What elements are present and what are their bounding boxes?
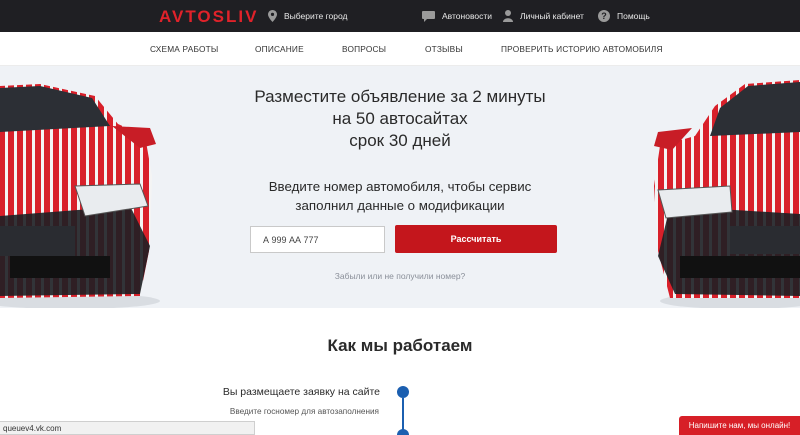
nav-item-check-history[interactable]: ПРОВЕРИТЬ ИСТОРИЮ АВТОМОБИЛЯ — [501, 44, 663, 54]
hero-title-line-2: на 50 автосайтах — [332, 109, 468, 128]
city-selector[interactable]: Выберите город — [268, 0, 348, 32]
timeline-dot — [397, 386, 409, 398]
top-bar: AVTOSLIV Выберите город Автоновости Личн… — [0, 0, 800, 32]
forgot-number-link[interactable]: Забыли или не получили номер? — [200, 271, 600, 281]
help-label: Помощь — [617, 11, 650, 21]
svg-text:?: ? — [601, 11, 607, 21]
help-icon: ? — [598, 10, 610, 22]
help-link[interactable]: ? Помощь — [598, 0, 650, 32]
cabinet-label: Личный кабинет — [520, 11, 584, 21]
nav-item-reviews[interactable]: ОТЗЫВЫ — [425, 44, 463, 54]
hero-section: Разместите объявление за 2 минуты на 50 … — [0, 66, 800, 308]
news-label: Автоновости — [442, 11, 492, 21]
car-image-left — [0, 84, 160, 308]
how-we-work-title: Как мы работаем — [327, 336, 473, 355]
plate-number-input[interactable] — [250, 226, 385, 253]
timeline-dot — [397, 429, 409, 435]
hero-subtitle-line-2: заполнил данные о модификации — [295, 198, 505, 213]
calculate-button[interactable]: Рассчитать — [395, 225, 557, 253]
step-1-subtitle: Введите госномер для автозаполнения — [229, 407, 379, 416]
hero-title-line-3: срок 30 дней — [349, 131, 451, 150]
nav-item-description[interactable]: ОПИСАНИЕ — [255, 44, 304, 54]
main-nav: СХЕМА РАБОТЫ ОПИСАНИЕ ВОПРОСЫ ОТЗЫВЫ ПРО… — [0, 32, 800, 66]
location-pin-icon — [268, 10, 277, 22]
cabinet-link[interactable]: Личный кабинет — [503, 0, 584, 32]
user-icon — [503, 10, 513, 22]
hero-subtitle: Введите номер автомобиля, чтобы сервис з… — [200, 177, 600, 215]
online-chat-button[interactable]: Напишите нам, мы онлайн! — [679, 416, 800, 435]
car-image-right — [654, 80, 800, 308]
chat-bubble-icon — [422, 10, 435, 22]
news-link[interactable]: Автоновости — [422, 0, 492, 32]
step-1-title: Вы размещаете заявку на сайте — [222, 386, 380, 398]
hero-subtitle-line-1: Введите номер автомобиля, чтобы сервис — [268, 179, 532, 194]
nav-item-questions[interactable]: ВОПРОСЫ — [342, 44, 386, 54]
hero-title-line-1: Разместите объявление за 2 минуты — [254, 87, 546, 106]
city-label: Выберите город — [284, 11, 348, 21]
browser-status-url: queuev4.vk.com — [0, 421, 255, 435]
logo[interactable]: AVTOSLIV — [159, 7, 258, 27]
hero-title: Разместите объявление за 2 минуты на 50 … — [200, 86, 600, 152]
nav-item-scheme[interactable]: СХЕМА РАБОТЫ — [150, 44, 218, 54]
